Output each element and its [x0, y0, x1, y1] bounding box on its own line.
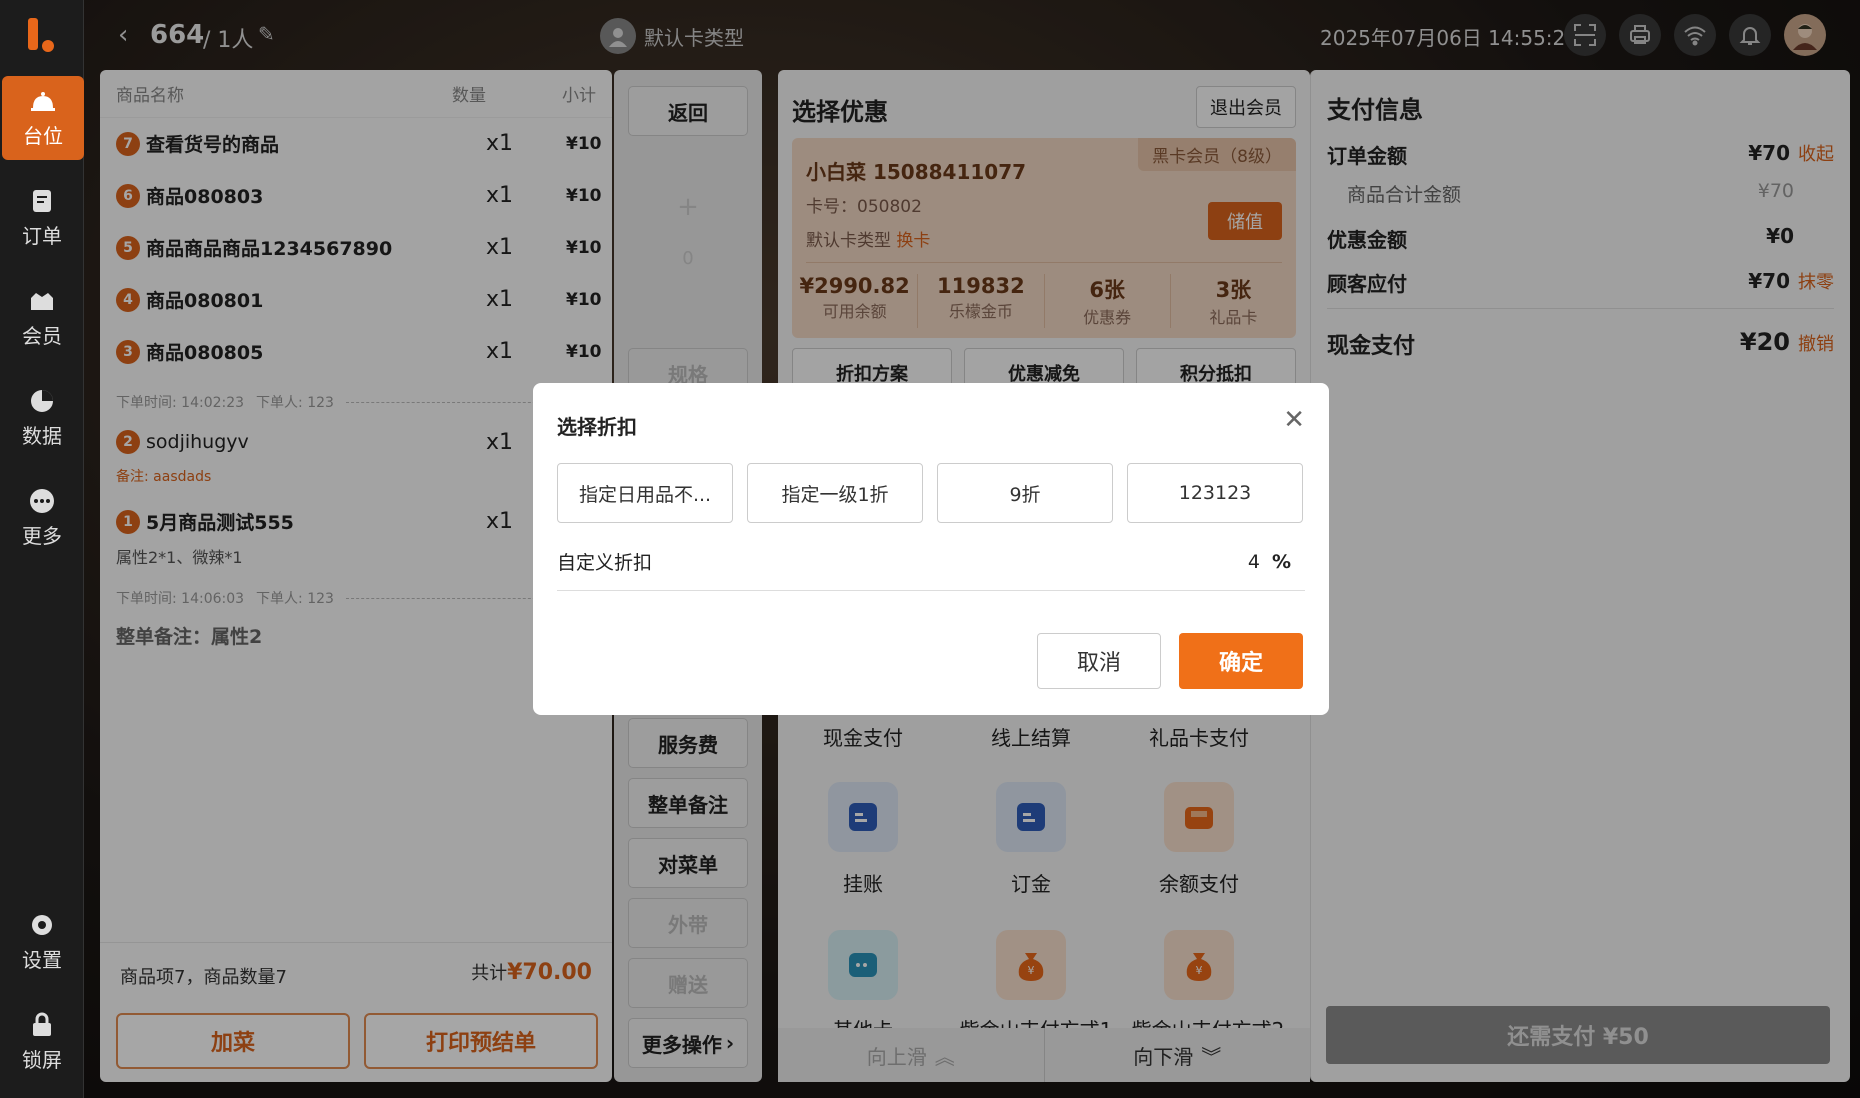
lock-icon: [33, 1012, 51, 1036]
nav-item-lock[interactable]: 锁屏: [0, 1000, 84, 1084]
custom-discount-field[interactable]: 4 %: [1248, 551, 1291, 573]
nav-item-settings[interactable]: 设置: [0, 900, 84, 984]
nav-item-data[interactable]: 数据: [0, 376, 84, 460]
app-logo: [24, 18, 60, 54]
left-nav: 台位 订单 会员 数据 更多 设置 锁屏: [0, 0, 84, 1098]
nav-label: 更多: [22, 523, 62, 548]
close-icon[interactable]: ✕: [1283, 405, 1305, 435]
nav-label: 会员: [22, 323, 62, 348]
discount-option[interactable]: 指定一级1折: [747, 463, 923, 523]
order-icon: [33, 189, 51, 212]
discount-option[interactable]: 9折: [937, 463, 1113, 523]
nav-label: 台位: [23, 123, 63, 148]
cancel-button[interactable]: 取消: [1037, 633, 1161, 689]
nav-item-members[interactable]: 会员: [0, 276, 84, 360]
percent-unit: %: [1271, 550, 1291, 573]
bell-service-icon: [31, 91, 55, 111]
nav-label: 锁屏: [22, 1047, 62, 1072]
nav-item-orders[interactable]: 订单: [0, 176, 84, 260]
gear-icon: [32, 914, 52, 935]
nav-label: 数据: [22, 423, 62, 448]
custom-discount-row: 自定义折扣 4 %: [557, 533, 1305, 591]
discount-option[interactable]: 指定日用品不...: [557, 463, 733, 523]
more-icon: [30, 488, 54, 513]
nav-label: 设置: [22, 947, 62, 972]
discount-option[interactable]: 123123: [1127, 463, 1303, 523]
confirm-button[interactable]: 确定: [1179, 633, 1303, 689]
member-icon: [31, 292, 53, 310]
discount-modal: 选择折扣 ✕ 指定日用品不... 指定一级1折 9折 123123 自定义折扣 …: [533, 383, 1329, 715]
nav-item-more[interactable]: 更多: [0, 476, 84, 560]
pie-chart-icon: [31, 389, 53, 412]
nav-label: 订单: [22, 223, 62, 248]
nav-item-table[interactable]: 台位: [2, 76, 84, 160]
custom-discount-label: 自定义折扣: [557, 552, 653, 574]
custom-discount-value: 4: [1247, 550, 1260, 573]
modal-title: 选择折扣: [557, 415, 637, 439]
